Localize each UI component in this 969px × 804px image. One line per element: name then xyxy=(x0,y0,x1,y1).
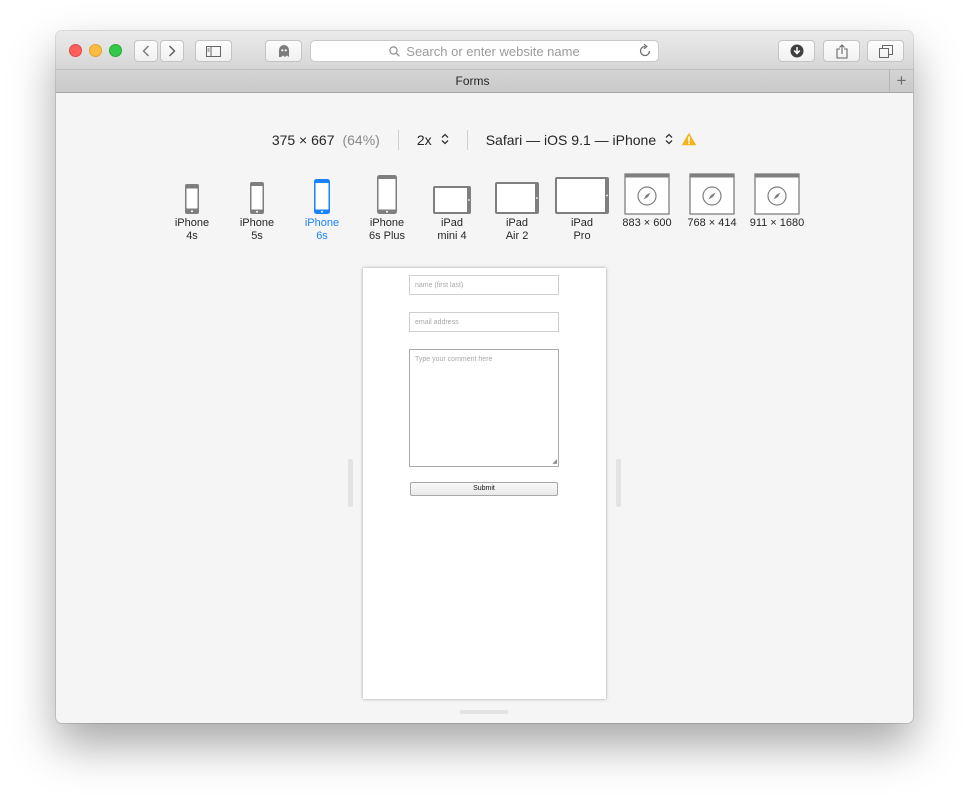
resize-grip-icon[interactable]: ◢ xyxy=(552,458,557,465)
device-window-768x414[interactable]: 768 × 414 xyxy=(682,171,742,230)
pixel-ratio-value: 2x xyxy=(416,132,432,148)
back-button[interactable] xyxy=(134,40,158,62)
device-label: iPhone xyxy=(369,217,405,229)
email-input[interactable]: email address xyxy=(409,312,559,332)
share-icon xyxy=(835,43,848,59)
forward-button[interactable] xyxy=(160,40,184,62)
safari-window: Search or enter website name Forms + 375… xyxy=(56,31,913,723)
device-sublabel: 5s xyxy=(251,230,263,242)
chevron-updown-icon xyxy=(438,133,449,148)
safari-window-icon xyxy=(617,171,677,217)
tabs-overview-icon xyxy=(878,44,893,58)
device-sublabel: 4s xyxy=(186,230,198,242)
device-iphone-6s[interactable]: iPhone 6s xyxy=(292,171,352,243)
share-button[interactable] xyxy=(823,40,860,62)
tabs-overview-button[interactable] xyxy=(867,40,904,62)
device-sublabel: Air 2 xyxy=(505,230,529,242)
toolbar: Search or enter website name xyxy=(56,31,913,70)
viewport-resolution: 375 × 667 xyxy=(271,132,335,148)
device-window-911x1680[interactable]: 911 × 1680 xyxy=(747,171,807,230)
device-sublabel: 6s Plus xyxy=(368,230,406,242)
name-placeholder: name (first last) xyxy=(415,282,464,289)
device-ipad-mini-4[interactable]: iPad mini 4 xyxy=(422,171,482,243)
responsive-design-bar: 375 × 667 (64%) 2x Safari — iOS 9.1 — iP… xyxy=(56,129,913,151)
warning-icon[interactable] xyxy=(681,132,697,149)
submit-button[interactable]: Submit xyxy=(410,482,558,496)
safari-window-icon xyxy=(682,171,742,217)
device-label: iPad xyxy=(570,217,594,229)
address-bar[interactable]: Search or enter website name xyxy=(310,40,659,62)
device-presets: iPhone 4s iPhone 5s iPhone 6s iPhone 6s … xyxy=(166,171,816,251)
search-icon xyxy=(389,45,401,57)
ipad-icon xyxy=(552,171,612,217)
device-ipad-pro[interactable]: iPad Pro xyxy=(552,171,612,243)
name-input[interactable]: name (first last) xyxy=(409,275,559,295)
download-icon xyxy=(790,44,803,58)
chevron-updown-icon xyxy=(662,133,673,148)
sidebar-button[interactable] xyxy=(195,40,232,62)
device-sublabel: mini 4 xyxy=(437,230,467,242)
minimize-window-button[interactable] xyxy=(89,44,102,57)
zoom-window-button[interactable] xyxy=(109,44,122,57)
device-label: iPhone xyxy=(174,217,210,229)
tab-bar: Forms + xyxy=(56,70,913,93)
user-agent-value: Safari — iOS 9.1 — iPhone xyxy=(485,132,657,148)
downloads-button[interactable] xyxy=(778,40,815,62)
reload-icon[interactable] xyxy=(638,43,652,58)
ghost-icon xyxy=(278,44,289,57)
device-label: 768 × 414 xyxy=(687,217,737,229)
divider xyxy=(397,130,399,150)
device-iphone-6s-plus[interactable]: iPhone 6s Plus xyxy=(357,171,417,243)
iphone-icon xyxy=(357,171,417,217)
device-label: iPad xyxy=(440,217,464,229)
device-label: 883 × 600 xyxy=(622,217,672,229)
device-iphone-4s[interactable]: iPhone 4s xyxy=(162,171,222,243)
ipad-icon xyxy=(487,171,547,217)
new-tab-button[interactable]: + xyxy=(889,70,913,92)
resize-handle-bottom[interactable] xyxy=(460,710,508,714)
extension-button[interactable] xyxy=(265,40,302,62)
iphone-icon xyxy=(292,171,352,217)
device-label: 911 × 1680 xyxy=(749,217,805,229)
divider xyxy=(466,130,468,150)
comment-placeholder: Type your comment here xyxy=(415,356,493,363)
device-iphone-5s[interactable]: iPhone 5s xyxy=(227,171,287,243)
tab-forms[interactable]: Forms xyxy=(56,74,889,88)
sidebar-icon xyxy=(206,45,221,57)
device-sublabel: 6s xyxy=(316,230,328,242)
email-placeholder: email address xyxy=(415,319,459,326)
resize-handle-right[interactable] xyxy=(616,459,621,507)
close-window-button[interactable] xyxy=(69,44,82,57)
device-label: iPhone xyxy=(304,217,340,229)
address-placeholder: Search or enter website name xyxy=(406,43,580,59)
ipad-icon xyxy=(422,171,482,217)
device-label: iPhone xyxy=(239,217,275,229)
chevron-left-icon xyxy=(142,45,149,57)
device-ipad-air-2[interactable]: iPad Air 2 xyxy=(487,171,547,243)
device-window-883x600[interactable]: 883 × 600 xyxy=(617,171,677,230)
safari-window-icon xyxy=(747,171,807,217)
comment-textarea[interactable]: Type your comment here ◢ xyxy=(409,349,559,467)
device-label: iPad xyxy=(505,217,529,229)
user-agent-select[interactable]: Safari — iOS 9.1 — iPhone xyxy=(486,132,673,148)
pixel-ratio-select[interactable]: 2x xyxy=(417,132,449,148)
device-sublabel: Pro xyxy=(573,230,591,242)
device-viewport: name (first last) email address Type you… xyxy=(363,268,606,699)
iphone-icon xyxy=(162,171,222,217)
iphone-icon xyxy=(227,171,287,217)
resize-handle-left[interactable] xyxy=(348,459,353,507)
viewport-scale: (64%) xyxy=(342,132,380,148)
chevron-right-icon xyxy=(169,45,176,57)
